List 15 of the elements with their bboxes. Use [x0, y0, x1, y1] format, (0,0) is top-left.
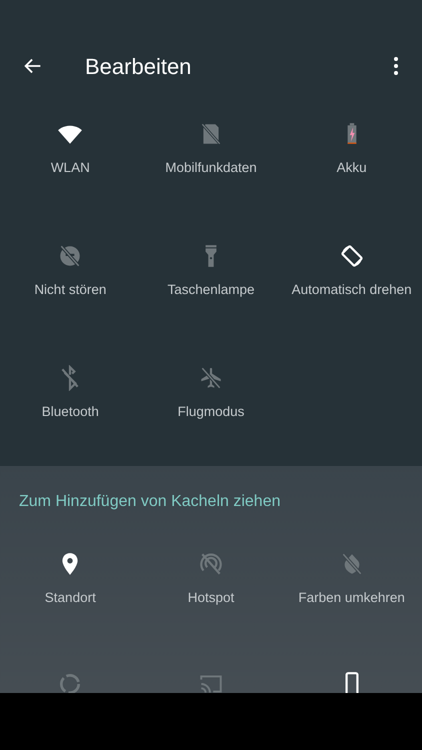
tile-label: Bluetooth — [42, 404, 99, 420]
tile-label: Standort — [44, 590, 96, 606]
tile-label: Automatisch drehen — [292, 282, 412, 298]
tile-label: Akku — [336, 160, 367, 176]
tile-label: Mobilfunkdaten — [165, 160, 257, 176]
tile-label: Taschenlampe — [167, 282, 255, 298]
tile-label: Flugmodus — [178, 404, 244, 420]
tile-label: Farben umkehren — [298, 590, 405, 606]
section-title: Zum Hinzufügen von Kacheln ziehen — [19, 493, 280, 510]
tile-label: WLAN — [50, 160, 90, 176]
rotate-icon[interactable] — [338, 243, 365, 269]
tile-label: Nicht stören — [34, 282, 106, 298]
tile-label: Hotspot — [188, 590, 234, 606]
hotspot-icon[interactable] — [198, 551, 224, 577]
screen-title: Bearbeiten — [85, 52, 192, 80]
